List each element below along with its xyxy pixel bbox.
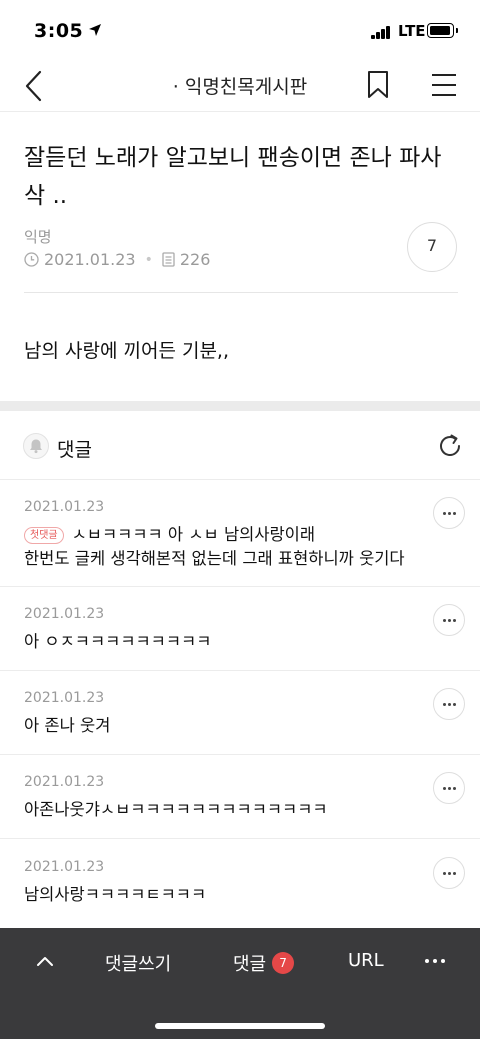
comment-more-button[interactable] [433, 772, 465, 804]
comment-text-line-2: 한번도 글케 생각해본적 없는데 그래 표현하니까 웃기다 [24, 549, 405, 568]
bottom-action-bar: 댓글쓰기 댓글 7 URL [0, 928, 480, 1039]
post-view-count: 226 [179, 250, 211, 269]
comments-label: 댓글 [57, 439, 92, 461]
clock-icon [24, 252, 39, 267]
like-count-button[interactable]: 7 [407, 222, 457, 272]
post-meta: 2021.01.23 • 226 [24, 250, 210, 269]
comments-button[interactable]: 댓글 7 [233, 950, 295, 976]
url-button[interactable]: URL [348, 950, 384, 971]
comment-text: 아 ㅇㅈㅋㅋㅋㅋㅋㅋㅋㅋㅋ [24, 632, 212, 651]
comment-more-button[interactable] [433, 688, 465, 720]
bookmark-icon[interactable] [366, 70, 390, 100]
comment-item: 2021.01.23 첫댓글 ㅅㅂㅋㅋㅋㅋ 아 ㅅㅂ 남의사랑이래 한번도 글케 … [0, 480, 480, 587]
refresh-icon[interactable] [436, 432, 464, 460]
write-comment-button[interactable]: 댓글쓰기 [105, 950, 171, 976]
comment-item: 2021.01.23 아 존나 웃겨 [0, 671, 480, 755]
comment-item: 2021.01.23 아존나웃갸ㅅㅂㅋㅋㅋㅋㅋㅋㅋㅋㅋㅋㅋㅋㅋ [0, 755, 480, 839]
comment-more-button[interactable] [433, 497, 465, 529]
comments-header: 댓글 [0, 411, 480, 480]
battery-icon [427, 23, 458, 38]
comment-date: 2021.01.23 [24, 606, 105, 622]
signal-strength-icon [371, 25, 391, 39]
comments-count-badge: 7 [272, 952, 295, 974]
status-time-text: 3:05 [34, 20, 84, 42]
section-separator [0, 401, 480, 411]
comment-item: 2021.01.23 아 ㅇㅈㅋㅋㅋㅋㅋㅋㅋㅋㅋ [0, 587, 480, 671]
comment-date: 2021.01.23 [24, 859, 105, 875]
comment-date: 2021.01.23 [24, 499, 105, 515]
scroll-up-chevron-icon[interactable] [34, 950, 56, 972]
comment-date: 2021.01.23 [24, 774, 105, 790]
menu-icon[interactable] [431, 72, 457, 98]
comment-text-line-1: ㅅㅂㅋㅋㅋㅋ 아 ㅅㅂ 남의사랑이래 [71, 525, 316, 544]
comment-more-button[interactable] [433, 604, 465, 636]
comment-text: 아 존나 웃겨 [24, 716, 111, 735]
network-type: LTE [398, 22, 426, 40]
top-navigation: · 익명친목게시판 [0, 60, 480, 112]
post-title: 잘듣던 노래가 알고보니 팬송이면 존나 파사삭 .. [24, 145, 442, 209]
meta-separator: • [144, 251, 153, 268]
status-bar: 3:05 LTE [0, 0, 480, 60]
comment-text: 첫댓글 ㅅㅂㅋㅋㅋㅋ 아 ㅅㅂ 남의사랑이래 [24, 523, 315, 547]
comment-more-button[interactable] [433, 857, 465, 889]
more-options-icon[interactable] [424, 958, 446, 966]
location-arrow-icon [89, 24, 102, 36]
status-time: 3:05 [34, 20, 102, 42]
comment-item: 2021.01.23 남의사랑ㅋㅋㅋㅋㅌㅋㅋㅋ [0, 839, 480, 928]
comments-button-label: 댓글 [233, 954, 267, 975]
post-divider [24, 292, 458, 293]
post-author: 익명 [24, 228, 52, 246]
document-icon [162, 252, 175, 267]
home-indicator [155, 1023, 325, 1029]
post-date: 2021.01.23 [44, 250, 136, 269]
first-comment-badge: 첫댓글 [24, 527, 64, 544]
comment-text: 아존나웃갸ㅅㅂㅋㅋㅋㅋㅋㅋㅋㅋㅋㅋㅋㅋㅋ [24, 800, 328, 819]
bell-icon [30, 439, 42, 454]
board-title[interactable]: · 익명친목게시판 [0, 72, 480, 99]
comment-text: 남의사랑ㅋㅋㅋㅋㅌㅋㅋㅋ [24, 885, 207, 904]
comment-date: 2021.01.23 [24, 690, 105, 706]
post-body: 남의 사랑에 끼어든 기분,, [24, 340, 229, 362]
notification-bell-button[interactable] [23, 433, 49, 459]
